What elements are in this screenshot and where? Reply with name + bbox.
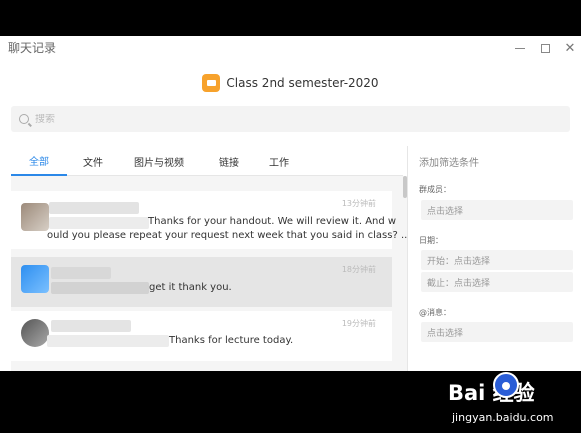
- search-bar[interactable]: [11, 106, 570, 132]
- start-date-select[interactable]: 开始：点击选择: [421, 250, 573, 270]
- mention-select[interactable]: 点击选择: [421, 322, 573, 342]
- message-item-selected[interactable]: get it thank you. 18分钟前: [11, 257, 392, 307]
- tab-files[interactable]: 文件: [67, 146, 119, 176]
- watermark-logo-text: Bai 经验: [448, 381, 535, 405]
- member-filter-label: 群成员：: [419, 185, 451, 194]
- search-icon: [19, 114, 29, 124]
- sender-name-blurred: [49, 202, 139, 214]
- avatar: [21, 265, 49, 293]
- end-date-select[interactable]: 截止：点击选择: [421, 272, 573, 292]
- baidu-paw-icon: [493, 372, 519, 398]
- tab-images-videos[interactable]: 图片与视频: [119, 146, 199, 176]
- chat-title: Class 2nd semester-2020: [226, 76, 379, 90]
- member-select[interactable]: 点击选择: [421, 200, 573, 220]
- message-prefix-blurred: [49, 217, 149, 229]
- tab-links[interactable]: 链接: [199, 146, 259, 176]
- sender-name-blurred: [51, 320, 131, 332]
- tab-all[interactable]: 全部: [11, 146, 67, 176]
- group-chat-icon: [202, 74, 221, 92]
- baidu-jingyan-watermark: Bai 经验 jingyan.baidu.com: [440, 372, 581, 433]
- avatar: [21, 203, 49, 231]
- message-prefix-blurred: [47, 335, 169, 347]
- panel-divider: [407, 146, 408, 371]
- sender-name-blurred: [51, 267, 111, 279]
- message-prefix-blurred: [51, 282, 149, 294]
- category-tabs: 全部 文件 图片与视频 链接 工作: [11, 146, 403, 176]
- close-button[interactable]: ✕: [556, 36, 581, 60]
- message-time: 18分钟前: [341, 265, 376, 274]
- message-list[interactable]: Thanks for your handout. We will review …: [11, 176, 407, 371]
- minimize-button[interactable]: [506, 36, 534, 60]
- mention-filter-label: @消息：: [419, 308, 451, 317]
- message-text: Thanks for your handout. We will review …: [148, 216, 397, 227]
- maximize-icon: [540, 43, 550, 53]
- chat-history-window: 聊天记录 ✕ Class 2nd semester-2020 全部 文件 图片与…: [0, 36, 581, 371]
- watermark-url: jingyan.baidu.com: [452, 411, 554, 424]
- search-input[interactable]: [35, 113, 435, 125]
- screenshot-frame: 聊天记录 ✕ Class 2nd semester-2020 全部 文件 图片与…: [0, 0, 581, 433]
- message-item[interactable]: Thanks for your handout. We will review …: [11, 191, 407, 249]
- avatar: [21, 319, 49, 347]
- message-time: 13分钟前: [341, 199, 376, 208]
- message-time: 19分钟前: [341, 319, 376, 328]
- chat-header: Class 2nd semester-2020: [0, 72, 581, 94]
- message-text: Thanks for lecture today.: [169, 335, 294, 346]
- date-filter-label: 日期：: [419, 236, 443, 245]
- maximize-button[interactable]: [531, 36, 559, 60]
- filter-title: 添加筛选条件: [419, 158, 479, 169]
- title-bar: 聊天记录 ✕: [0, 36, 581, 60]
- close-icon: ✕: [564, 40, 576, 56]
- message-item[interactable]: Thanks for lecture today. 19分钟前: [11, 311, 392, 361]
- window-title: 聊天记录: [8, 41, 57, 55]
- message-text: get it thank you.: [149, 282, 232, 293]
- message-text-line2: ould you please repeat your request next…: [47, 230, 407, 241]
- tab-work[interactable]: 工作: [259, 146, 299, 176]
- minimize-icon: [515, 47, 525, 49]
